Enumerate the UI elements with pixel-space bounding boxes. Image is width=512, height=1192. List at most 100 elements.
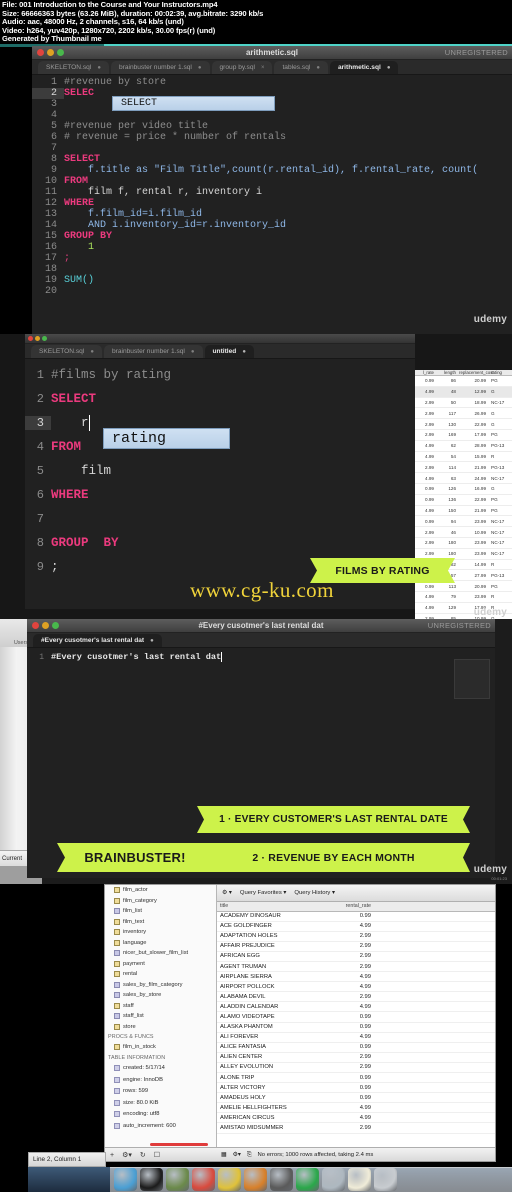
maximize-window-icon[interactable] (57, 49, 64, 56)
table-row[interactable]: AMERICAN CIRCUS 4.99 (217, 1113, 495, 1124)
panel3-tabbar[interactable]: #Every cusotmer's last rental dat ● (27, 633, 495, 648)
table-row[interactable]: 4.99 79 23.99 R (415, 592, 512, 603)
table-row[interactable]: 2.99 117 26.99 G (415, 408, 512, 420)
schema-item-staff[interactable]: staff (105, 1001, 216, 1012)
notes-icon[interactable] (348, 1168, 371, 1191)
schema-item-staff-list[interactable]: staff_list (105, 1011, 216, 1022)
table-row[interactable]: AGENT TRUMAN 2.99 (217, 962, 495, 973)
table-row[interactable]: AFRICAN EGG 2.99 (217, 952, 495, 962)
panel1-tabbar[interactable]: SKELETON.sql ● brainbuster number 1.sql … (32, 60, 512, 75)
schema-tables-list[interactable]: film_actor film_category film_list film_tex… (105, 885, 216, 1032)
table-row[interactable]: 0.99 136 22.99 PG (415, 495, 512, 506)
table-row[interactable]: 4.99 62 28.99 PG-13 (415, 441, 512, 452)
maximize-window-icon[interactable] (42, 336, 47, 341)
table-row[interactable]: ALAMO VIDEOTAPE 0.99 (217, 1012, 495, 1023)
table-row[interactable]: ALTER VICTORY 0.99 (217, 1083, 495, 1094)
autocomplete-item[interactable]: rating (112, 430, 166, 447)
tab-close-icon[interactable]: ● (90, 349, 94, 355)
gear-icon[interactable]: ⚙ ▾ (222, 890, 232, 896)
table-row[interactable]: AIRPORT POLLOCK 4.99 (217, 982, 495, 993)
schema-item-language[interactable]: language (105, 938, 216, 949)
table-row[interactable]: 2.99 114 21.99 PG-13 (415, 462, 512, 474)
table-row[interactable]: ALI FOREVER 4.99 (217, 1033, 495, 1043)
tab-brainbuster-number-1-sql[interactable]: brainbuster number 1.sql ● (110, 61, 210, 74)
table-row[interactable]: AMADEUS HOLY 0.99 (217, 1093, 495, 1104)
table-row[interactable]: ALICE FANTASIA 0.99 (217, 1043, 495, 1053)
schema-item-sales-by-store[interactable]: sales_by_store (105, 990, 216, 1001)
table-row[interactable]: ALABAMA DEVIL 2.99 (217, 992, 495, 1003)
terminal-icon[interactable] (140, 1168, 163, 1191)
sublime-icon[interactable] (244, 1168, 267, 1191)
table-row[interactable]: 0.99 94 23.99 NC-17 (415, 516, 512, 528)
table-row[interactable]: AMISTAD MIDSUMMER 2.99 (217, 1123, 495, 1134)
close-window-icon[interactable] (32, 622, 39, 629)
tab-close-icon[interactable]: ● (198, 65, 202, 71)
tab-group-by-sql[interactable]: group by.sql × (211, 61, 273, 74)
settings-icon[interactable] (270, 1168, 293, 1191)
close-window-icon[interactable] (28, 336, 33, 341)
table-row[interactable]: 2.99 180 23.99 NC-17 (415, 538, 512, 549)
table-row[interactable]: 2.99 130 22.99 G (415, 419, 512, 430)
schema-item-rental[interactable]: rental (105, 969, 216, 980)
schema-item-film-actor[interactable]: film_actor (105, 885, 216, 896)
panel2-titlebar[interactable] (25, 334, 415, 344)
window-controls[interactable] (32, 622, 59, 629)
table-row[interactable]: 2.99 50 18.99 NC-17 (415, 398, 512, 409)
refresh-icon[interactable]: ↻ (140, 1151, 146, 1159)
table-row[interactable]: AIRPLANE SIERRA 4.99 (217, 972, 495, 983)
trash-icon[interactable] (374, 1168, 397, 1191)
table-row[interactable]: 4.99 150 21.99 PG (415, 506, 512, 517)
table-row[interactable]: 2.99 180 23.99 NC-17 (415, 549, 512, 560)
tab-close-icon[interactable]: ● (387, 65, 391, 71)
table-row[interactable]: 4.99 48 12.99 G (415, 386, 512, 398)
table-row[interactable]: 0.99 126 16.99 G (415, 484, 512, 495)
panel2-tabbar[interactable]: SKELETON.sql ● brainbuster number 1.sql … (25, 344, 415, 359)
table-row[interactable]: ALONE TRIP 0.99 (217, 1073, 495, 1084)
printer-icon[interactable] (322, 1168, 345, 1191)
schema-item-sales-by-film-category[interactable]: sales_by_film_category (105, 980, 216, 991)
export-results-icon[interactable]: ⎘ (247, 1152, 252, 1159)
tab-skeleton-sql[interactable]: SKELETON.sql ● (31, 345, 102, 358)
schema-item-nicer-but-slower-film-list[interactable]: nicer_but_slower_film_list (105, 948, 216, 959)
gear-icon[interactable]: ⚙▾ (122, 1151, 132, 1159)
tab-close-icon[interactable]: ● (191, 349, 195, 355)
autocomplete-item[interactable]: SELECT (121, 98, 157, 109)
table-row[interactable]: ACE GOLDFINGER 4.99 (217, 922, 495, 932)
mysql-icon[interactable] (218, 1168, 241, 1191)
table-row[interactable]: ALASKA PHANTOM 0.99 (217, 1023, 495, 1033)
excel-x-icon[interactable] (296, 1168, 319, 1191)
excel-icon[interactable] (166, 1168, 189, 1191)
table-row[interactable]: AMELIE HELLFIGHTERS 4.99 (217, 1103, 495, 1114)
minimize-window-icon[interactable] (47, 49, 54, 56)
tab-arithmetic-sql[interactable]: arithmetic.sql ● (329, 61, 399, 74)
table-row[interactable]: 4.99 54 15.99 R (415, 452, 512, 463)
close-window-icon[interactable] (37, 49, 44, 56)
panel1-titlebar[interactable]: arithmetic.sql UNREGISTERED (32, 46, 512, 60)
schema-item-store[interactable]: store (105, 1022, 216, 1033)
panel1-code-area[interactable]: 1 #revenue by store 2 SELEC 3 4 5 #revenue … (32, 75, 512, 334)
add-schema-icon[interactable]: + (110, 1152, 114, 1159)
minimize-window-icon[interactable] (42, 622, 49, 629)
tab-untitled[interactable]: untitled ● (204, 345, 254, 358)
window-controls[interactable] (28, 336, 47, 341)
tab-skeleton-sql[interactable]: SKELETON.sql ● (38, 61, 109, 74)
schema-item-film-text[interactable]: film_text (105, 917, 216, 928)
maximize-window-icon[interactable] (52, 622, 59, 629)
table-row[interactable]: ALIEN CENTER 2.99 (217, 1053, 495, 1063)
table-row[interactable]: AFFAIR PREJUDICE 2.99 (217, 942, 495, 952)
grid-view-icon[interactable]: ▦ (221, 1152, 227, 1158)
tab-close-icon[interactable]: ● (242, 349, 246, 355)
tab-close-icon[interactable]: × (261, 65, 265, 71)
tab-close-icon[interactable]: ● (97, 65, 101, 71)
query-history-button[interactable]: Query History ▾ (294, 890, 335, 896)
schema-item-film-category[interactable]: film_category (105, 896, 216, 907)
finder-icon[interactable] (114, 1168, 137, 1191)
macos-dock[interactable] (110, 1167, 512, 1192)
query-results-grid[interactable]: title rental_rate ACADEMY DINOSAUR 0.99 AC… (217, 902, 495, 1147)
table-row[interactable]: 2.99 46 10.99 NC-17 (415, 527, 512, 538)
schema-tree-toolbar[interactable]: + ⚙▾ ↻ ☐ (105, 1147, 217, 1161)
tab-close-icon[interactable]: ● (316, 65, 320, 71)
table-row[interactable]: 2.99 169 17.99 PG (415, 430, 512, 441)
schema-item-payment[interactable]: payment (105, 959, 216, 970)
schema-tree-panel[interactable]: film_actor film_category film_list film_tex… (105, 885, 217, 1147)
